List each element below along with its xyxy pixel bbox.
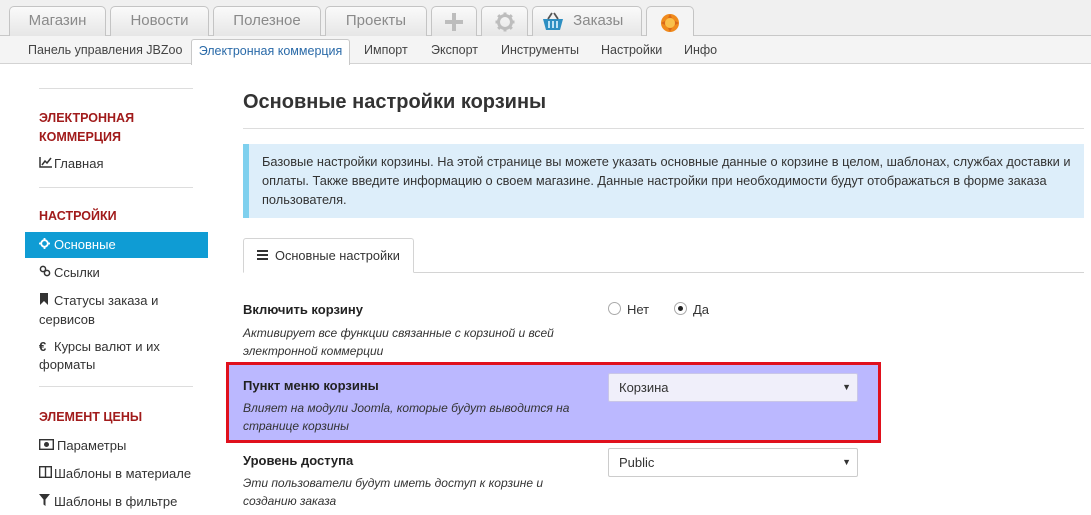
chart-icon: [39, 156, 54, 174]
jbzoo-logo-icon: [661, 14, 679, 32]
sidebar-item-currency[interactable]: € Курсы валют и их форматы: [39, 338, 199, 374]
sidebar-item-label: Основные: [54, 237, 116, 252]
caret-down-icon: ▼: [842, 382, 851, 392]
sidebar-item-statuses[interactable]: Статусы заказа и сервисов: [39, 292, 199, 329]
top-tab-add[interactable]: [431, 6, 477, 36]
basket-icon: [543, 12, 563, 30]
sidebar-section-price: ЭЛЕМЕНТ ЦЕНЫ: [39, 410, 143, 424]
top-tab-useful[interactable]: Полезное: [213, 6, 321, 36]
enable-cart-desc: Активирует все функции связанные с корзи…: [243, 326, 554, 358]
tab-basic-settings[interactable]: Основные настройки: [243, 238, 414, 273]
gear-icon: [495, 12, 514, 32]
sidebar-item-label: Курсы валют и их форматы: [39, 339, 160, 372]
top-tab-jbzoo[interactable]: [646, 6, 694, 37]
select-value: Корзина: [619, 380, 669, 395]
subtab-dashboard[interactable]: Панель управления JBZoo: [28, 36, 182, 64]
plus-icon: [445, 13, 463, 31]
sidebar-section-settings: НАСТРОЙКИ: [39, 209, 117, 223]
top-tab-label: Заказы: [573, 12, 624, 29]
info-alert: Базовые настройки корзины. На этой стран…: [243, 144, 1084, 218]
title-divider: [243, 128, 1084, 129]
menu-item-select[interactable]: Корзина ▼: [608, 373, 858, 402]
gear-icon: [39, 233, 54, 259]
sidebar-item-tpl-material[interactable]: Шаблоны в материале: [38, 465, 192, 484]
bookmark-icon: [39, 293, 54, 311]
enable-cart-label: Включить корзину: [243, 302, 364, 317]
columns-icon: [38, 465, 54, 484]
radio-no[interactable]: [608, 302, 621, 315]
caret-down-icon: ▼: [842, 457, 851, 467]
subtab-ecommerce[interactable]: Электронная коммерция: [191, 39, 350, 65]
subtab-tools[interactable]: Инструменты: [501, 36, 579, 64]
subtab-settings[interactable]: Настройки: [601, 36, 662, 64]
radio-no-label[interactable]: Нет: [627, 302, 649, 317]
top-tab-news[interactable]: Новости: [110, 6, 209, 36]
subtab-import[interactable]: Импорт: [364, 36, 408, 64]
radio-yes[interactable]: [674, 302, 687, 315]
menu-item-label: Пункт меню корзины: [243, 378, 379, 393]
sidebar-divider: [39, 88, 193, 89]
top-tab-bar: Магазин Новости Полезное Проекты Заказы: [0, 0, 1091, 37]
sidebar-item-label: Главная: [54, 156, 104, 171]
subtab-export[interactable]: Экспорт: [431, 36, 478, 64]
page-title: Основные настройки корзины: [243, 91, 547, 113]
top-tab-label: Полезное: [233, 12, 301, 29]
access-level-select[interactable]: Public ▼: [608, 448, 858, 477]
top-tab-settings[interactable]: [481, 6, 528, 36]
sidebar-item-basic[interactable]: Основные: [25, 232, 208, 258]
sidebar-divider: [39, 187, 193, 188]
sidebar-item-params[interactable]: Параметры: [38, 437, 127, 456]
sub-tab-bar: Панель управления JBZoo Электронная комм…: [0, 36, 1091, 65]
top-tab-label: Проекты: [345, 12, 407, 29]
top-tab-projects[interactable]: Проекты: [325, 6, 427, 36]
filter-icon: [39, 494, 54, 512]
sidebar-item-label: Статусы заказа и сервисов: [39, 293, 159, 327]
sidebar-item-label: Шаблоны в фильтре: [54, 494, 178, 509]
sidebar-divider: [39, 386, 193, 387]
money-icon: [38, 438, 57, 456]
link-icon: [39, 265, 54, 283]
access-level-desc: Эти пользователи будут иметь доступ к ко…: [243, 476, 544, 508]
radio-yes-label[interactable]: Да: [693, 302, 709, 317]
euro-icon: €: [39, 339, 47, 354]
sidebar-item-label: Ссылки: [54, 265, 100, 280]
menu-item-desc: Влияет на модули Joomla, которые будут в…: [243, 401, 570, 433]
tab-label: Основные настройки: [275, 248, 400, 263]
sidebar-item-label: Шаблоны в материале: [54, 466, 192, 481]
subtab-info[interactable]: Инфо: [684, 36, 717, 64]
select-value: Public: [619, 455, 655, 470]
top-tab-shop[interactable]: Магазин: [9, 6, 106, 36]
sidebar-item-main[interactable]: Главная: [39, 155, 103, 174]
sidebar-section-ecommerce: ЭЛЕКТРОННАЯ КОММЕРЦИЯ: [39, 111, 135, 144]
access-level-label: Уровень доступа: [243, 453, 354, 468]
sidebar-item-label: Параметры: [57, 438, 127, 453]
top-tab-orders[interactable]: Заказы: [532, 6, 642, 36]
list-icon: [257, 239, 275, 273]
sidebar-item-tpl-filter[interactable]: Шаблоны в фильтре: [39, 493, 177, 512]
top-tab-label: Новости: [130, 12, 189, 29]
top-tab-label: Магазин: [28, 12, 87, 29]
sidebar-item-links[interactable]: Ссылки: [39, 264, 100, 283]
